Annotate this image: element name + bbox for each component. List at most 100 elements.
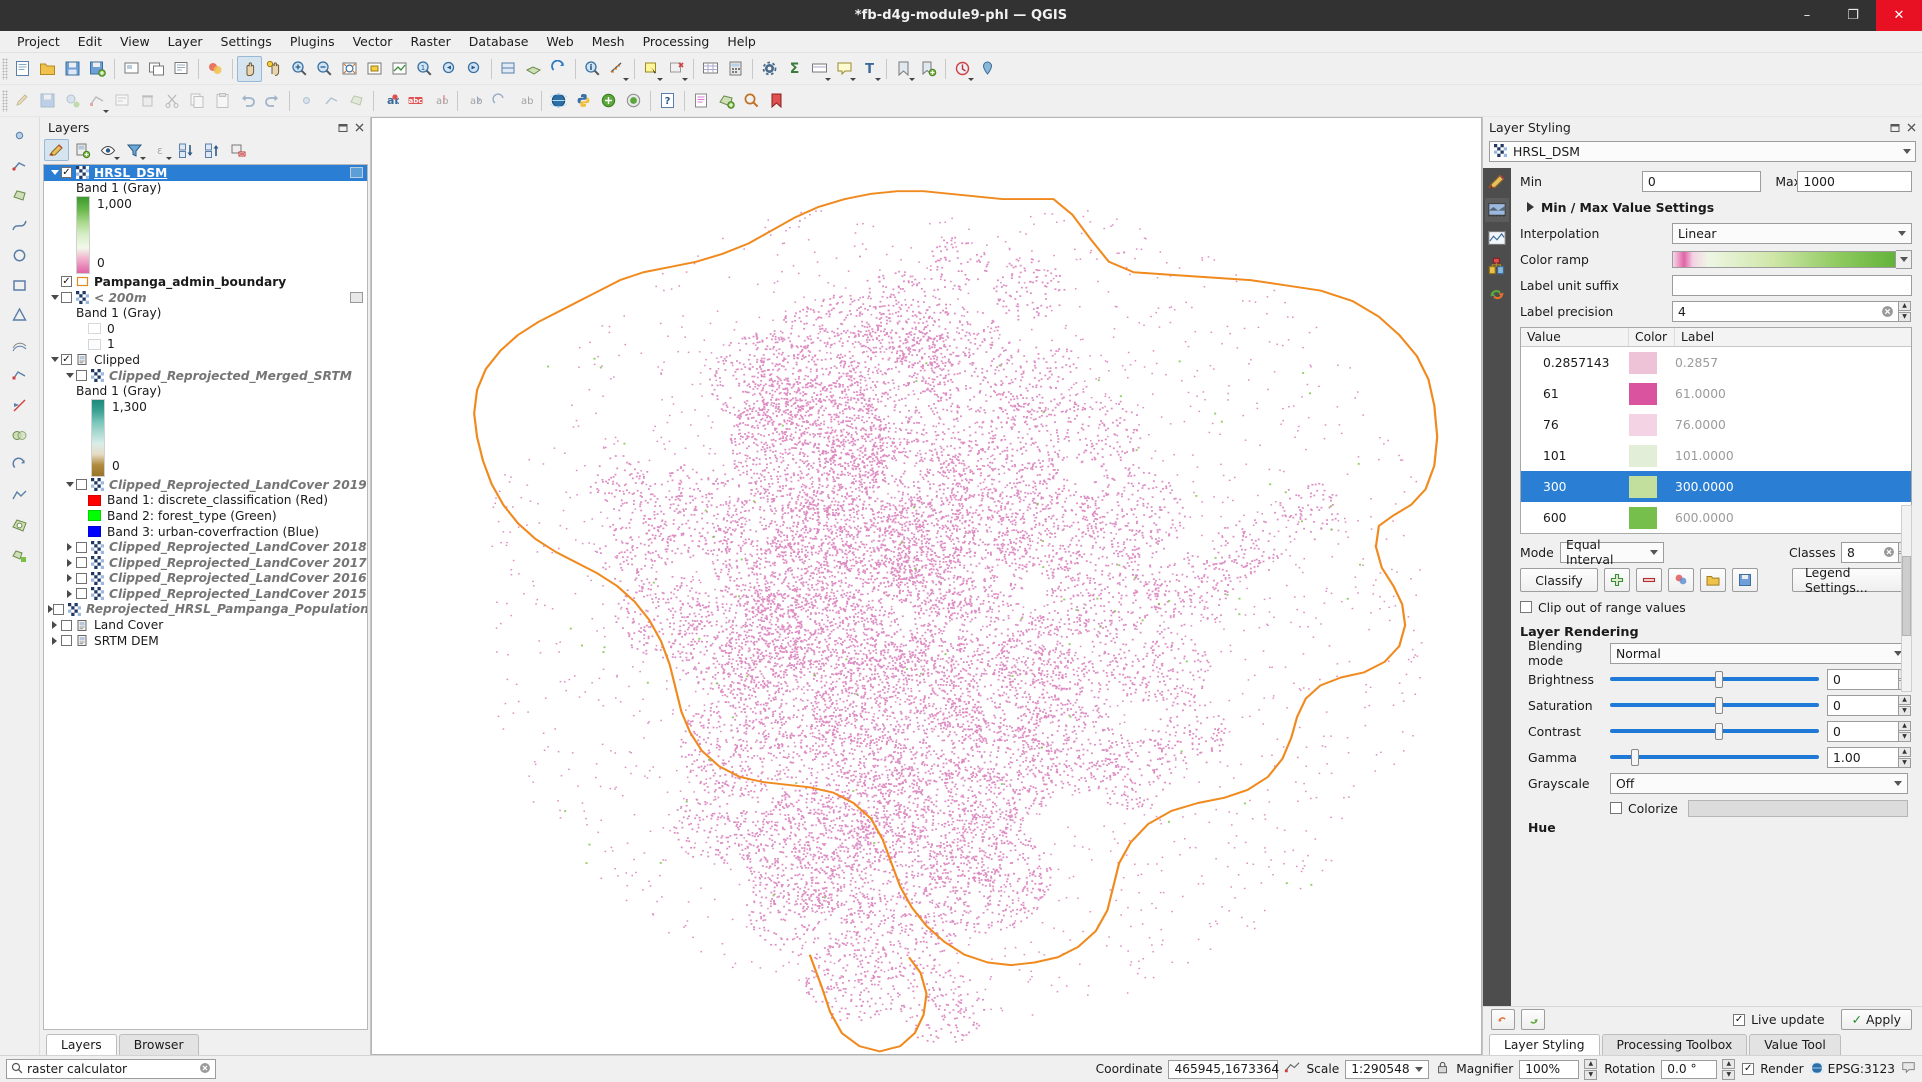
digitize-polygon-icon[interactable]	[6, 181, 34, 209]
classification-row[interactable]: 101 101.0000	[1521, 440, 1911, 471]
add-line-feature-icon[interactable]	[319, 88, 344, 114]
filter-legend-expression-icon[interactable]: ε	[148, 139, 173, 161]
class-color-swatch[interactable]	[1629, 475, 1675, 498]
classification-row[interactable]: 61 61.0000	[1521, 378, 1911, 409]
select-features-icon[interactable]	[639, 56, 664, 82]
label-unit-suffix-input[interactable]	[1672, 274, 1912, 296]
layer-selector-combo[interactable]: HRSL_DSM	[1489, 141, 1916, 162]
vertex-tool-icon[interactable]	[85, 88, 110, 114]
rotation-stepper[interactable]: ▲ ▼	[1722, 1058, 1736, 1080]
change-label-icon[interactable]: ab	[512, 88, 537, 114]
contrast-stepper[interactable]: ▲ ▼	[1898, 720, 1912, 742]
messages-log-icon[interactable]	[1901, 1060, 1916, 1078]
digitize-circle-icon[interactable]	[6, 241, 34, 269]
add-part-icon[interactable]	[6, 541, 34, 569]
lock-scale-icon[interactable]	[1435, 1060, 1450, 1078]
class-color-swatch[interactable]	[1629, 413, 1675, 436]
zoom-last-icon[interactable]	[437, 56, 462, 82]
chevron-right-icon[interactable]	[63, 558, 76, 567]
digitize-curve-icon[interactable]	[6, 211, 34, 239]
magnifier-input[interactable]: 100%	[1519, 1059, 1580, 1079]
tab-value-tool[interactable]: Value Tool	[1749, 1034, 1841, 1055]
layer-visibility-checkbox[interactable]	[61, 276, 72, 288]
digitize-rectangle-icon[interactable]	[6, 271, 34, 299]
saturation-stepper[interactable]: ▲ ▼	[1898, 694, 1912, 716]
render-checkbox[interactable]	[1742, 1063, 1755, 1075]
layer-visibility-checkbox[interactable]	[53, 603, 64, 615]
chevron-down-icon[interactable]	[48, 295, 61, 301]
tab-processing-toolbox[interactable]: Processing Toolbox	[1601, 1034, 1748, 1055]
zoom-native-icon[interactable]: 1	[412, 56, 437, 82]
options-icon[interactable]	[757, 56, 782, 82]
minmax-settings-row[interactable]: Min / Max Value Settings	[1520, 194, 1912, 220]
label-toggle-icon[interactable]: ab	[378, 88, 403, 114]
class-label[interactable]: 76.0000	[1675, 418, 1911, 432]
contrast-input[interactable]: 0	[1827, 720, 1899, 742]
label-precision-input[interactable]: 4	[1672, 300, 1899, 322]
toolbar-grip[interactable]	[2, 57, 8, 80]
shape-tools-icon[interactable]	[6, 301, 34, 329]
live-update-row[interactable]: Live update	[1733, 1012, 1825, 1027]
coordinate-input[interactable]: 465945,1673364	[1168, 1059, 1279, 1079]
scrollbar-thumb[interactable]	[1902, 556, 1911, 636]
save-classes-button[interactable]	[1732, 568, 1758, 592]
maximize-button[interactable]: ❐	[1830, 0, 1876, 31]
layer-visibility-checkbox[interactable]	[76, 479, 87, 491]
classification-row[interactable]: 600 600.0000	[1521, 502, 1911, 533]
refresh-icon[interactable]	[546, 56, 571, 82]
label-precision-stepper[interactable]: ▲ ▼	[1898, 300, 1912, 322]
class-color-swatch[interactable]	[1629, 444, 1675, 467]
clear-icon[interactable]	[199, 1062, 211, 1077]
qgis-about-icon[interactable]	[621, 88, 646, 114]
copy-features-icon[interactable]	[185, 88, 210, 114]
gamma-stepper[interactable]: ▲ ▼	[1898, 746, 1912, 768]
layer-visibility-checkbox[interactable]	[76, 588, 87, 600]
legend-settings-button[interactable]: Legend Settings...	[1792, 565, 1912, 595]
class-label[interactable]: 0.2857	[1675, 356, 1911, 370]
gamma-input[interactable]: 1.00	[1827, 746, 1899, 768]
live-update-checkbox[interactable]	[1733, 1013, 1746, 1026]
move-label-icon[interactable]: ab	[462, 88, 487, 114]
clear-icon[interactable]	[1883, 546, 1895, 561]
merge-features-icon[interactable]	[6, 421, 34, 449]
statistical-summary-icon[interactable]: Σ	[782, 56, 807, 82]
menu-view[interactable]: View	[111, 33, 159, 50]
class-color-swatch[interactable]	[1629, 382, 1675, 405]
chevron-right-icon[interactable]	[63, 589, 76, 598]
pan-to-selection-icon[interactable]	[262, 56, 287, 82]
redo-style-button[interactable]	[1521, 1009, 1545, 1030]
scale-input[interactable]: 1:290548	[1345, 1059, 1430, 1079]
menu-vector[interactable]: Vector	[344, 33, 402, 50]
zoom-next-icon[interactable]	[462, 56, 487, 82]
transparency-icon[interactable]	[1485, 198, 1509, 222]
colorize-checkbox[interactable]	[1610, 802, 1622, 814]
menu-database[interactable]: Database	[460, 33, 538, 50]
layer-indicator-icon[interactable]	[350, 292, 363, 304]
temporal-controller-icon[interactable]	[950, 56, 975, 82]
layer-row[interactable]: Clipped_Reprojected_LandCover 2015	[44, 586, 367, 602]
symbology-icon[interactable]	[1485, 170, 1509, 194]
layer-row[interactable]: Clipped_Reprojected_LandCover 2017	[44, 555, 367, 571]
min-input[interactable]: 0	[1641, 170, 1762, 192]
cut-features-icon[interactable]	[160, 88, 185, 114]
layout-manager-icon[interactable]	[144, 56, 169, 82]
magnifier-stepper[interactable]: ▲ ▼	[1584, 1058, 1598, 1080]
new-project-icon[interactable]	[10, 56, 35, 82]
save-layer-edits-icon[interactable]	[35, 88, 60, 114]
zoom-to-layer-icon[interactable]	[387, 56, 412, 82]
chevron-down-icon[interactable]	[48, 170, 61, 176]
bookmarks-icon[interactable]	[891, 56, 916, 82]
tab-layers[interactable]: Layers	[46, 1034, 117, 1055]
identify-features-icon[interactable]: i	[580, 56, 605, 82]
save-project-icon[interactable]	[60, 56, 85, 82]
add-point-feature-icon[interactable]	[294, 88, 319, 114]
class-value[interactable]: 300	[1521, 480, 1629, 494]
search-geometry-icon[interactable]	[739, 88, 764, 114]
pan-map-tool[interactable]	[237, 55, 262, 82]
globe-icon[interactable]	[546, 88, 571, 114]
layer-visibility-checkbox[interactable]	[61, 635, 72, 647]
toolbar-grip[interactable]	[2, 89, 8, 112]
expand-all-icon[interactable]	[174, 139, 199, 161]
layer-row[interactable]: Clipped_Reprojected_LandCover 2019	[44, 477, 367, 493]
add-group-icon[interactable]	[70, 139, 95, 161]
